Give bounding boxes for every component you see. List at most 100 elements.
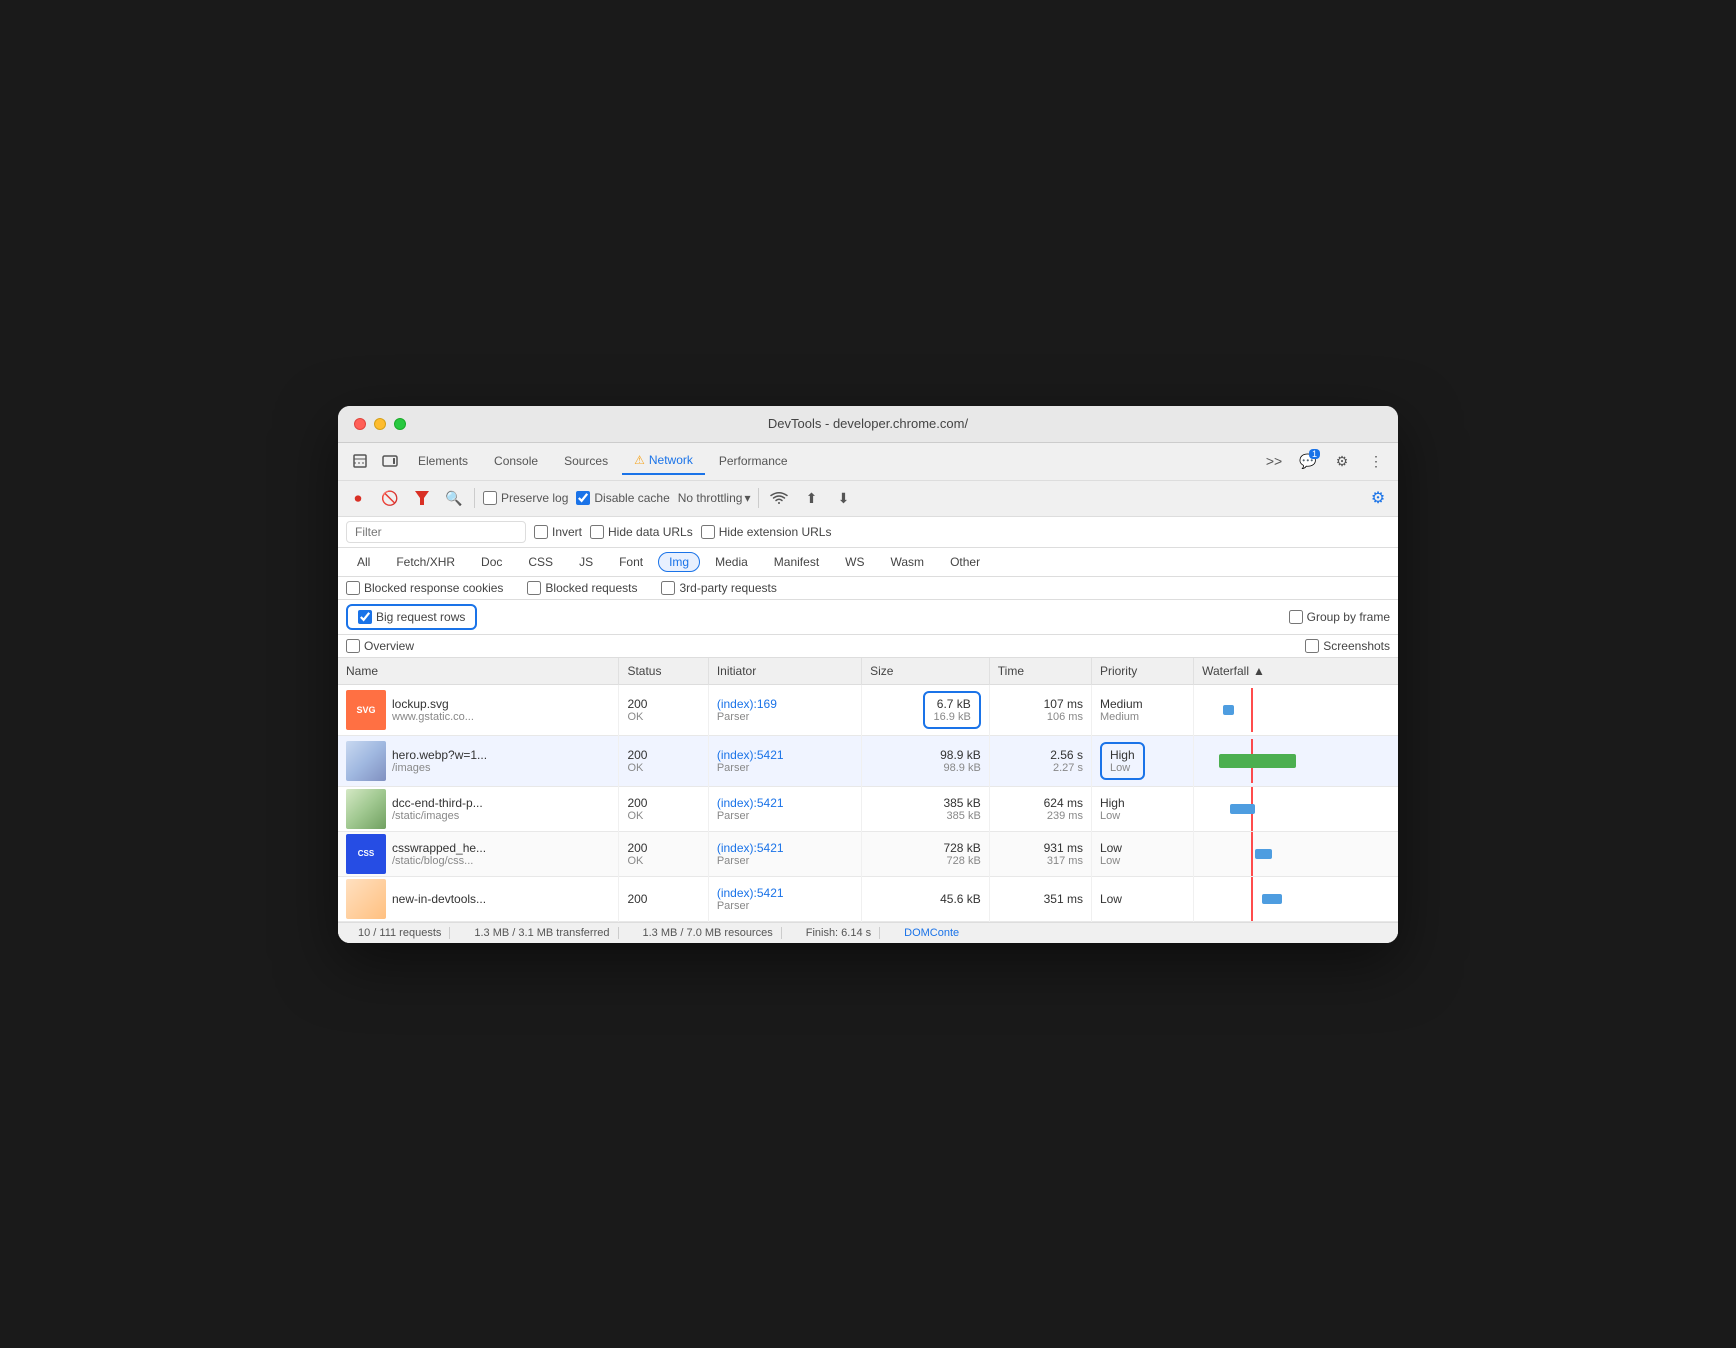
tab-network[interactable]: ⚠ Network <box>622 447 705 475</box>
sort-asc-icon: ▲ <box>1253 664 1265 678</box>
blocked-cookies-checkbox[interactable] <box>346 581 360 595</box>
type-btn-other[interactable]: Other <box>939 552 991 572</box>
row-priority-secondary: Low <box>1100 855 1185 867</box>
close-button[interactable] <box>354 418 366 430</box>
row-size-primary: 385 kB <box>870 796 981 810</box>
device-icon[interactable] <box>376 447 404 475</box>
row-initiator-link[interactable]: (index):5421 <box>717 841 784 855</box>
type-btn-js[interactable]: JS <box>568 552 604 572</box>
type-btn-img[interactable]: Img <box>658 552 700 572</box>
screenshots-checkbox[interactable] <box>1305 639 1319 653</box>
network-settings-button[interactable]: ⚙ <box>1366 486 1390 510</box>
tab-sources[interactable]: Sources <box>552 448 620 474</box>
col-header-initiator[interactable]: Initiator <box>708 658 861 685</box>
blocked-requests-checkbox[interactable] <box>527 581 541 595</box>
disable-cache-checkbox[interactable] <box>576 491 590 505</box>
type-btn-css[interactable]: CSS <box>517 552 564 572</box>
row-initiator-link[interactable]: (index):169 <box>717 697 777 711</box>
console-badge-button[interactable]: 💬 1 <box>1294 447 1322 475</box>
type-btn-all[interactable]: All <box>346 552 381 572</box>
type-btn-manifest[interactable]: Manifest <box>763 552 830 572</box>
devtools-window: DevTools - developer.chrome.com/ Element… <box>338 406 1398 943</box>
disable-cache-label[interactable]: Disable cache <box>576 491 669 505</box>
table-row[interactable]: SVG lockup.svg www.gstatic.co... 200 <box>338 684 1398 735</box>
table-row[interactable]: hero.webp?w=1... /images 200 OK <box>338 735 1398 786</box>
table-row[interactable]: new-in-devtools... 200 <box>338 876 1398 921</box>
type-btn-wasm[interactable]: Wasm <box>880 552 936 572</box>
row-size-secondary: 728 kB <box>870 855 981 867</box>
minimize-button[interactable] <box>374 418 386 430</box>
throttle-select[interactable]: No throttling ▾ <box>678 491 751 505</box>
blocked-requests-label[interactable]: Blocked requests <box>527 581 637 595</box>
status-domconte: DOMConte <box>896 927 967 939</box>
settings-button[interactable]: ⚙ <box>1328 447 1356 475</box>
group-by-frame-label[interactable]: Group by frame <box>1289 610 1390 624</box>
type-btn-doc[interactable]: Doc <box>470 552 513 572</box>
invert-label[interactable]: Invert <box>534 525 582 539</box>
row-initiator-link[interactable]: (index):5421 <box>717 796 784 810</box>
preserve-log-checkbox[interactable] <box>483 491 497 505</box>
cursor-icon[interactable] <box>346 447 374 475</box>
preserve-log-label[interactable]: Preserve log <box>483 491 568 505</box>
search-button[interactable]: 🔍 <box>442 486 466 510</box>
row-name-primary: lockup.svg <box>392 697 474 711</box>
row-size-secondary: 16.9 kB <box>933 711 970 723</box>
filter-input[interactable] <box>346 521 526 543</box>
row-size-primary: 45.6 kB <box>870 892 981 906</box>
tab-elements[interactable]: Elements <box>406 448 480 474</box>
big-request-rows-container[interactable]: Big request rows <box>346 604 477 630</box>
download-button[interactable]: ⬇ <box>831 486 855 510</box>
badge-count: 1 <box>1309 449 1320 459</box>
upload-button[interactable]: ⬆ <box>799 486 823 510</box>
row-thumbnail: CSS <box>346 834 386 874</box>
maximize-button[interactable] <box>394 418 406 430</box>
row-name-secondary: /static/blog/css... <box>392 855 486 867</box>
row-priority-primary: Low <box>1100 841 1185 855</box>
filter-row: Invert Hide data URLs Hide extension URL… <box>338 517 1398 548</box>
hide-data-urls-checkbox[interactable] <box>590 525 604 539</box>
type-btn-ws[interactable]: WS <box>834 552 875 572</box>
network-table-container[interactable]: Name Status Initiator Size Time <box>338 658 1398 922</box>
big-rows-checkbox[interactable] <box>358 610 372 624</box>
table-row[interactable]: dcc-end-third-p... /static/images 200 OK <box>338 786 1398 831</box>
type-btn-media[interactable]: Media <box>704 552 759 572</box>
group-by-frame-checkbox[interactable] <box>1289 610 1303 624</box>
col-header-size[interactable]: Size <box>862 658 990 685</box>
clear-button[interactable]: 🚫 <box>378 486 402 510</box>
col-header-waterfall[interactable]: Waterfall ▲ <box>1194 658 1398 685</box>
overview-label[interactable]: Overview <box>346 639 414 653</box>
filter-button[interactable] <box>410 486 434 510</box>
col-header-name[interactable]: Name <box>338 658 619 685</box>
invert-checkbox[interactable] <box>534 525 548 539</box>
row-status-primary: 200 <box>627 796 699 810</box>
hide-extension-urls-checkbox[interactable] <box>701 525 715 539</box>
tab-performance[interactable]: Performance <box>707 448 800 474</box>
third-party-checkbox[interactable] <box>661 581 675 595</box>
record-button[interactable]: ⏺ <box>346 486 370 510</box>
table-header: Name Status Initiator Size Time <box>338 658 1398 685</box>
wifi-icon[interactable] <box>767 486 791 510</box>
col-header-time[interactable]: Time <box>989 658 1091 685</box>
overview-checkbox[interactable] <box>346 639 360 653</box>
row-initiator-link[interactable]: (index):5421 <box>717 886 784 900</box>
table-row[interactable]: CSS csswrapped_he... /static/blog/css... <box>338 831 1398 876</box>
row-time-primary: 624 ms <box>998 796 1083 810</box>
tab-console[interactable]: Console <box>482 448 550 474</box>
hide-data-urls-label[interactable]: Hide data URLs <box>590 525 693 539</box>
divider-2 <box>758 488 759 508</box>
type-btn-font[interactable]: Font <box>608 552 654 572</box>
row-initiator-link[interactable]: (index):5421 <box>717 748 784 762</box>
col-header-priority[interactable]: Priority <box>1091 658 1193 685</box>
row-waterfall <box>1202 832 1342 876</box>
type-btn-fetch-xhr[interactable]: Fetch/XHR <box>385 552 466 572</box>
more-menu-button[interactable]: ⋮ <box>1362 447 1390 475</box>
blocked-cookies-label[interactable]: Blocked response cookies <box>346 581 503 595</box>
hide-extension-urls-label[interactable]: Hide extension URLs <box>701 525 832 539</box>
row-priority-highlight: High Low <box>1100 742 1145 780</box>
col-header-status[interactable]: Status <box>619 658 708 685</box>
options-row-3: Overview Screenshots <box>338 635 1398 658</box>
row-thumbnail <box>346 789 386 829</box>
more-tabs-button[interactable]: >> <box>1260 447 1288 475</box>
third-party-label[interactable]: 3rd-party requests <box>661 581 776 595</box>
screenshots-label[interactable]: Screenshots <box>1305 639 1390 653</box>
